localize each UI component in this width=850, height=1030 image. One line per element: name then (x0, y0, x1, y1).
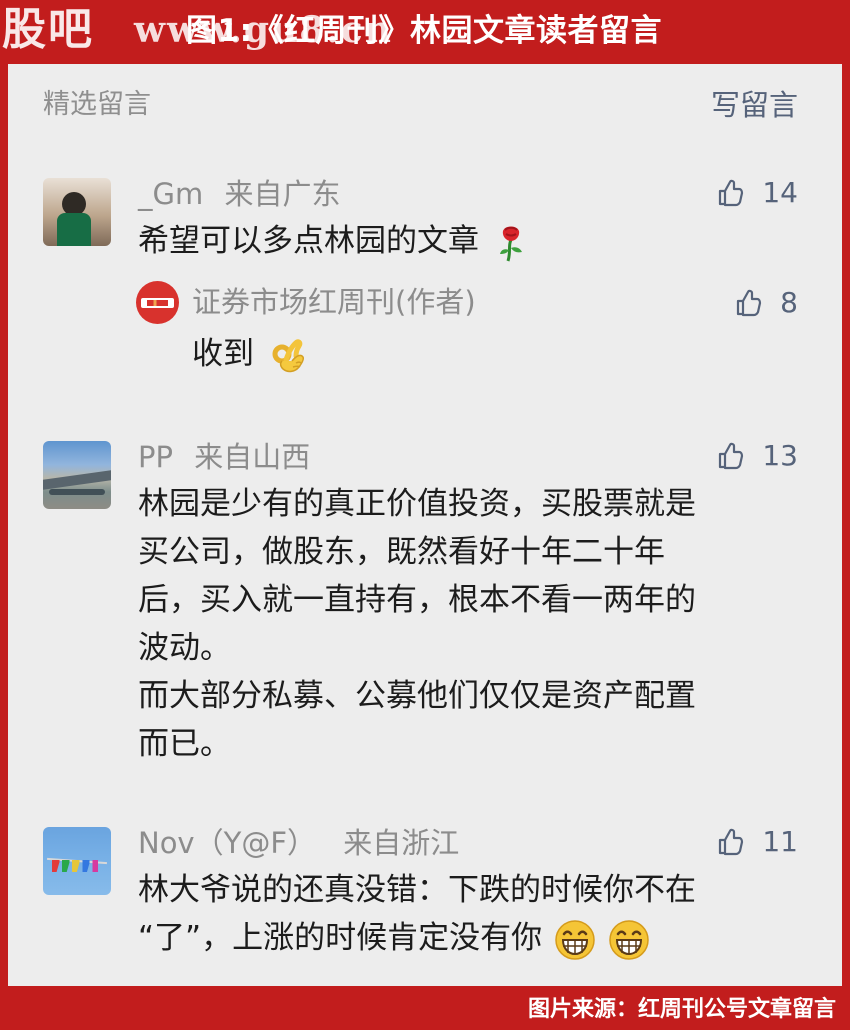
thumb-up-icon (737, 289, 762, 317)
comment-line: 买公司，做股东，既然看好十年二十年 (138, 534, 665, 570)
comment-body: 林园是少有的真正价值投资，买股票就是 买公司，做股东，既然看好十年二十年 后，买… (138, 480, 696, 768)
ok-hand-emoji (272, 338, 304, 372)
comment-line: “了”，上涨的时候肯定没有你 (138, 914, 696, 962)
comment-text: 希望可以多点林园的文章 (138, 223, 479, 259)
author-avatar[interactable] (136, 281, 179, 324)
comment-line: 希望可以多点林园的文章 (138, 217, 527, 265)
like-button[interactable]: 14 (713, 174, 798, 211)
comment-location: 来自浙江 (343, 826, 460, 860)
comment-location: 来自广东 (224, 177, 341, 211)
comment-author-name: _Gm (138, 177, 204, 211)
comment-line: 而已。 (138, 726, 231, 762)
comment-author-meta: PP 来自山西 (138, 439, 310, 475)
featured-comments-label: 精选留言 (43, 89, 151, 120)
comment-body: 林大爷说的还真没错：下跌的时候你不在 “了”，上涨的时候肯定没有你 (138, 866, 696, 962)
avatar[interactable] (43, 441, 111, 509)
section-header: 精选留言 写留言 (8, 64, 842, 148)
like-button[interactable]: 13 (713, 437, 798, 474)
reply-author-name: 证券市场红周刊(作者) (192, 285, 476, 319)
like-count: 14 (762, 176, 798, 209)
banner-title: 图1:《红周刊》林园文章读者留言 (186, 13, 662, 49)
comment-text: “了”，上涨的时候肯定没有你 (138, 920, 543, 956)
site-brand: 股吧 (2, 4, 94, 55)
comment-line: 林园是少有的真正价值投资，买股票就是 (138, 486, 696, 522)
avatar[interactable] (43, 178, 111, 246)
write-comment-button[interactable]: 写留言 (711, 87, 798, 123)
thumb-up-icon (719, 179, 744, 207)
comment-line: 后，买入就一直持有，根本不看一两年的 (138, 582, 696, 618)
like-count: 11 (762, 825, 798, 858)
source-caption: 图片来源：红周刊公号文章留言 (527, 997, 836, 1022)
comment-location: 来自山西 (194, 440, 311, 474)
comment-author-name: Nov（Y@F） (138, 826, 316, 860)
reply-like-button[interactable]: 8 (731, 284, 798, 321)
comment-author-name: PP (138, 440, 173, 474)
reply-like-count: 8 (780, 286, 798, 319)
grinning-face-emoji (555, 919, 595, 960)
comment-body: 希望可以多点林园的文章 (138, 217, 527, 265)
rose-emoji (499, 226, 522, 261)
comment-line: 而大部分私募、公募他们仅仅是资产配置 (138, 678, 696, 714)
comment-line: 波动。 (138, 630, 231, 666)
reply-line: 收到 (192, 330, 308, 378)
like-button[interactable]: 11 (713, 823, 798, 860)
page: 股吧 www.gu8.cn 图1:《红周刊》林园文章读者留言 精选留言 写留言 … (0, 0, 850, 1030)
reply-body: 收到 (192, 330, 308, 378)
grinning-face-emoji (609, 919, 649, 960)
comment-author-meta: Nov（Y@F） 来自浙江 (138, 825, 459, 861)
footer-bar: 图片来源：红周刊公号文章留言 (0, 986, 850, 1030)
comment-line: 林大爷说的还真没错：下跌的时候你不在 (138, 872, 696, 908)
thumb-up-icon (719, 442, 744, 470)
reply-text: 收到 (192, 336, 254, 372)
like-count: 13 (762, 439, 798, 472)
comments-card: 精选留言 写留言 _Gm 来自广东 14 希望可以多点林园的文章 证券市场红周刊… (8, 64, 842, 986)
comment-author-meta: _Gm 来自广东 (138, 176, 340, 212)
thumb-up-icon (719, 828, 744, 856)
avatar[interactable] (43, 827, 111, 895)
